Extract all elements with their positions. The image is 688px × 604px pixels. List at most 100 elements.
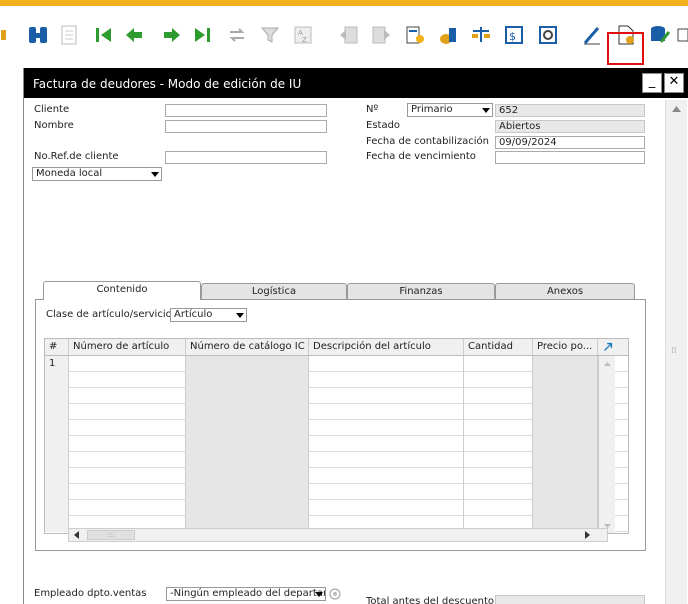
grid-horizontal-scrollbar[interactable]: :::	[68, 528, 608, 542]
grid-cell[interactable]	[464, 500, 533, 516]
grid-cell[interactable]	[69, 500, 186, 516]
grid-cell[interactable]	[533, 436, 598, 452]
grid-cell[interactable]	[69, 484, 186, 500]
fecha-contab-field[interactable]: 09/09/2024	[495, 136, 645, 149]
grid-vertical-scrollbar[interactable]	[598, 356, 615, 533]
grid-cell[interactable]	[309, 436, 464, 452]
grid-cell[interactable]	[309, 452, 464, 468]
grid-cell[interactable]	[69, 404, 186, 420]
ref-field[interactable]	[165, 151, 327, 164]
tab-logistica[interactable]: Logística	[201, 283, 347, 300]
grid-cell[interactable]	[309, 404, 464, 420]
grid-cell[interactable]	[309, 420, 464, 436]
grid-cell[interactable]	[186, 356, 309, 372]
col-header-articulo[interactable]: Número de artículo	[69, 339, 186, 356]
grid-cell[interactable]	[464, 388, 533, 404]
grid-cell[interactable]	[533, 356, 598, 372]
serie-dropdown[interactable]: Primario	[407, 103, 493, 117]
expand-columns-icon[interactable]	[598, 339, 628, 356]
close-button[interactable]: ✕	[664, 73, 684, 93]
settings-icon[interactable]	[536, 23, 560, 47]
tab-finanzas[interactable]: Finanzas	[347, 283, 495, 300]
grid-cell[interactable]	[464, 356, 533, 372]
grid-cell[interactable]	[533, 500, 598, 516]
grid-cell[interactable]	[186, 468, 309, 484]
grid-cell[interactable]	[186, 388, 309, 404]
grid-cell[interactable]	[186, 436, 309, 452]
form-vertical-scrollbar[interactable]: ⁞⁞	[665, 100, 687, 604]
volume-weight-icon[interactable]	[469, 23, 493, 47]
filter-icon[interactable]	[258, 23, 282, 47]
grid-cell[interactable]	[69, 356, 186, 372]
scroll-thumb[interactable]: :::	[87, 530, 135, 540]
grid-cell[interactable]	[533, 388, 598, 404]
empleado-dropdown[interactable]: -Ningún empleado del departar	[166, 587, 326, 601]
previous-record-icon[interactable]	[122, 23, 146, 47]
grid-cell[interactable]	[533, 452, 598, 468]
table-row[interactable]	[45, 404, 628, 420]
grid-cell[interactable]	[533, 404, 598, 420]
grid-cell[interactable]	[309, 500, 464, 516]
grid-cell[interactable]	[309, 388, 464, 404]
grid-cell[interactable]	[464, 436, 533, 452]
document-icon[interactable]	[57, 23, 81, 47]
gross-profit-icon[interactable]	[436, 23, 460, 47]
clase-dropdown[interactable]: Artículo	[170, 308, 247, 322]
fecha-venc-field[interactable]	[495, 151, 645, 164]
tab-anexos[interactable]: Anexos	[495, 283, 635, 300]
grid-cell[interactable]	[464, 452, 533, 468]
grid-cell[interactable]	[69, 452, 186, 468]
table-row[interactable]	[45, 388, 628, 404]
journal-entry-icon[interactable]: $	[502, 23, 526, 47]
link-arrow-icon[interactable]	[329, 588, 341, 600]
col-header-descripcion[interactable]: Descripción del artículo	[309, 339, 464, 356]
table-row[interactable]	[45, 468, 628, 484]
grid-cell[interactable]	[309, 372, 464, 388]
last-record-icon[interactable]	[190, 23, 214, 47]
grid-cell[interactable]	[309, 468, 464, 484]
window-icon[interactable]	[676, 23, 688, 47]
target-document-icon[interactable]	[369, 23, 393, 47]
table-row[interactable]	[45, 372, 628, 388]
table-row[interactable]	[45, 500, 628, 516]
cliente-field[interactable]	[165, 104, 327, 117]
table-row[interactable]	[45, 452, 628, 468]
sort-icon[interactable]: AZ	[291, 23, 315, 47]
grid-cell[interactable]	[533, 468, 598, 484]
grid-cell[interactable]	[533, 484, 598, 500]
grid-cell[interactable]	[309, 484, 464, 500]
database-icon[interactable]	[648, 23, 672, 47]
grid-cell[interactable]	[533, 420, 598, 436]
table-row[interactable]	[45, 484, 628, 500]
table-row[interactable]: 1	[45, 356, 628, 372]
first-record-icon[interactable]	[92, 23, 116, 47]
table-row[interactable]	[45, 436, 628, 452]
next-record-icon[interactable]	[160, 23, 184, 47]
col-header-precio[interactable]: Precio po...	[533, 339, 598, 356]
grid-cell[interactable]	[309, 356, 464, 372]
table-row[interactable]	[45, 420, 628, 436]
grid-cell[interactable]	[186, 500, 309, 516]
grid-cell[interactable]	[464, 404, 533, 420]
payment-means-icon[interactable]	[403, 23, 427, 47]
grid-cell[interactable]	[69, 436, 186, 452]
grid-cell[interactable]	[464, 484, 533, 500]
edit-form-icon[interactable]	[580, 23, 604, 47]
col-header-catalogo[interactable]: Número de catálogo IC	[186, 339, 309, 356]
refresh-icon[interactable]	[225, 23, 249, 47]
grid-cell[interactable]	[186, 420, 309, 436]
grid-cell[interactable]	[186, 484, 309, 500]
grid-cell[interactable]	[69, 372, 186, 388]
col-header-cantidad[interactable]: Cantidad	[464, 339, 533, 356]
grid-cell[interactable]	[464, 372, 533, 388]
minimize-button[interactable]: _	[642, 73, 662, 93]
grid-cell[interactable]	[186, 372, 309, 388]
moneda-dropdown[interactable]: Moneda local	[32, 167, 162, 181]
grid-cell[interactable]	[464, 420, 533, 436]
find-icon[interactable]	[26, 23, 50, 47]
grid-cell[interactable]	[186, 404, 309, 420]
base-document-icon[interactable]	[337, 23, 361, 47]
nombre-field[interactable]	[165, 120, 327, 133]
grid-cell[interactable]	[69, 468, 186, 484]
grid-cell[interactable]	[69, 420, 186, 436]
